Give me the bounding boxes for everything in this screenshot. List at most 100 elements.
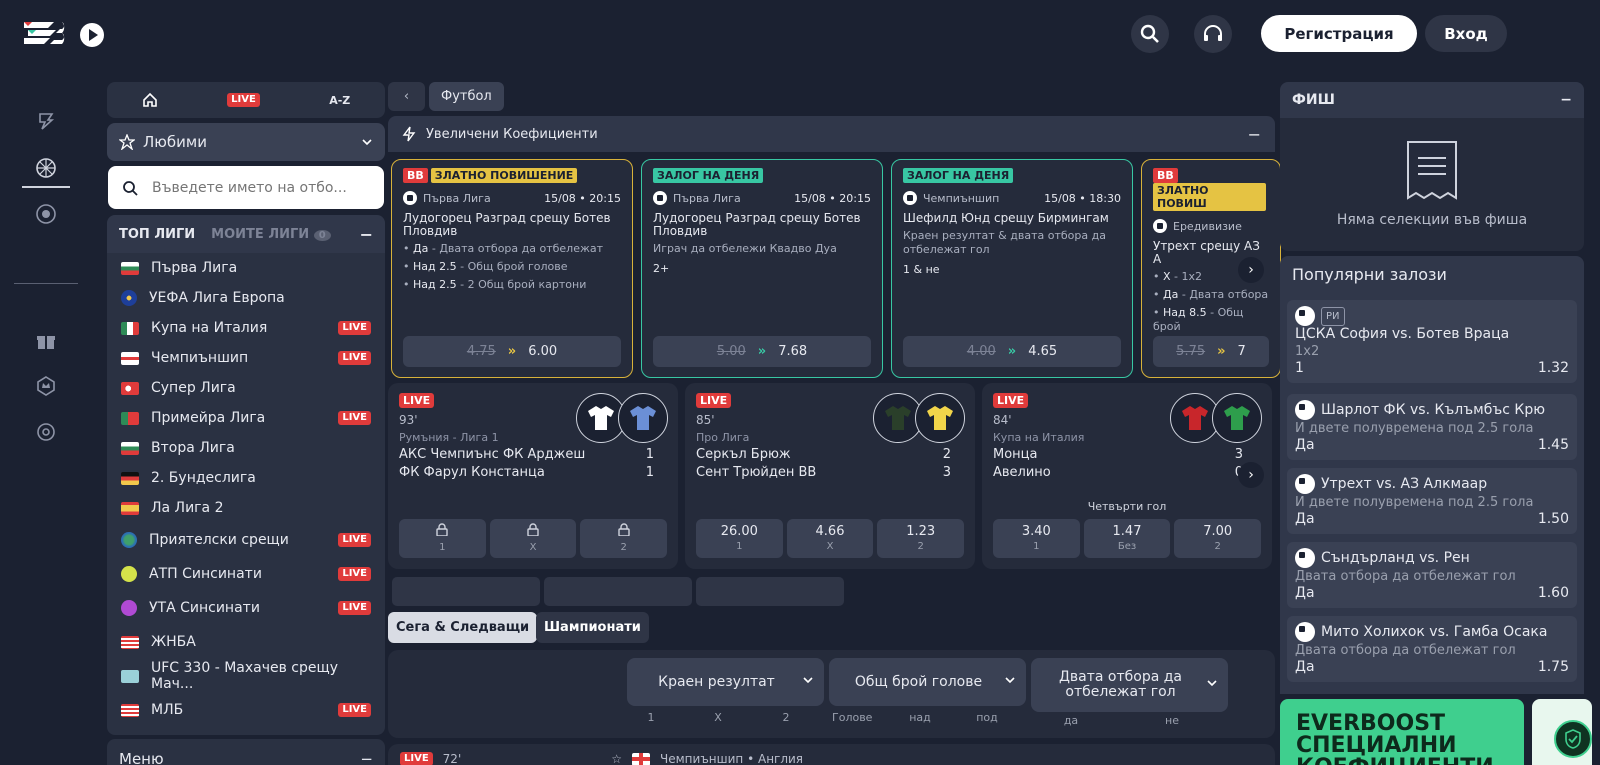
- selection-market: 1x2: [1181, 270, 1203, 283]
- tab-top-leagues[interactable]: ТОП ЛИГИ: [119, 227, 195, 242]
- live-match-card[interactable]: LIVE84'Купа на ИталияМонца3Авелино0Четвъ…: [982, 383, 1272, 569]
- selection-pick: Над 2.5: [413, 278, 457, 291]
- gift-icon[interactable]: [32, 327, 60, 355]
- collapse-icon[interactable]: −: [360, 225, 373, 244]
- live-badge: LIVE: [399, 393, 435, 408]
- sidebar-league-item[interactable]: Купа на Италия LIVE: [107, 313, 385, 343]
- tab-my-leagues[interactable]: МОИТЕ ЛИГИ 0: [211, 227, 331, 242]
- login-button[interactable]: Вход: [1425, 15, 1507, 52]
- star-icon[interactable]: ☆: [611, 752, 622, 765]
- live-match-card[interactable]: LIVE 93' Румъния - Лига 1 АКС Чемпиънс ФК А…: [388, 383, 678, 569]
- league-name: Чемпиъншип: [151, 350, 249, 366]
- market-dropdown-btts[interactable]: Двата отбора да отбележат гол: [1031, 658, 1228, 712]
- live-match-card[interactable]: LIVE 85' Про Лига Серкъл Брюж 2 Сент Трюйден …: [685, 383, 975, 569]
- odds-button[interactable]: 1.23 2: [877, 519, 965, 558]
- tab-live[interactable]: LIVE: [227, 93, 260, 107]
- odds-label: 2: [620, 541, 627, 553]
- tab-now-next[interactable]: Сега & Следващи: [388, 612, 538, 643]
- home-score: 2: [942, 447, 951, 462]
- boost-lightning-icon[interactable]: [32, 107, 60, 135]
- sidebar-league-item[interactable]: Първа Лига: [107, 253, 385, 283]
- sidebar-league-item[interactable]: АТП Синсинати LIVE: [107, 557, 385, 591]
- carousel-next-icon[interactable]: ›: [1238, 462, 1264, 488]
- sidebar-league-item[interactable]: Супер Лига: [107, 373, 385, 403]
- chevron-down-icon: [361, 136, 373, 148]
- odds-button[interactable]: 7.00 2: [1174, 519, 1262, 558]
- popular-bet-item[interactable]: Шарлот ФК vs. Кълъмбъс Крю И двете полувр…: [1287, 394, 1577, 460]
- sidebar-league-item[interactable]: Ла Лига 2: [107, 493, 385, 523]
- boost-meta: Първа Лига 15/08 • 20:15: [403, 191, 621, 205]
- league-name: Супер Лига: [151, 380, 236, 396]
- boosted-odds-button[interactable]: 5.75 » 7: [1153, 336, 1269, 367]
- popular-bet-item[interactable]: Съндърланд vs. Рен Двата отбора да отбеле…: [1287, 542, 1577, 608]
- betslip-body: [1280, 118, 1584, 251]
- market-dropdown-result[interactable]: Краен резултат: [627, 658, 824, 706]
- double-chevron-icon: »: [1217, 344, 1226, 359]
- back-button[interactable]: ‹: [388, 82, 425, 111]
- team-search-input[interactable]: [152, 179, 362, 196]
- scrollbar[interactable]: [1592, 0, 1600, 765]
- market-dropdown-goals[interactable]: Общ брой голове: [829, 658, 1026, 706]
- odds-button[interactable]: 4.66 X: [786, 519, 874, 558]
- sidebar-league-item[interactable]: УТА Синсинати LIVE: [107, 591, 385, 625]
- odds-button[interactable]: 1: [399, 519, 486, 558]
- odds-button[interactable]: X: [489, 519, 577, 558]
- boost-card[interactable]: ЗАЛОГ НА ДЕНЯ Първа Лига 15/08 • 20:15 Лудо…: [641, 159, 883, 378]
- sports-ball-icon[interactable]: [32, 154, 60, 182]
- boosted-odds-button[interactable]: 4.00 » 4.65: [903, 336, 1121, 367]
- sidebar-league-item[interactable]: UFC 330 - Махачев срещу Мач...: [107, 659, 385, 693]
- league-flag-icon: [121, 290, 137, 306]
- sidebar-league-item[interactable]: МЛБ LIVE: [107, 693, 385, 727]
- support-button[interactable]: [1194, 15, 1232, 53]
- odds-button[interactable]: 3.40 1: [993, 519, 1080, 558]
- live-badge: LIVE: [696, 393, 732, 408]
- register-button[interactable]: Регистрация: [1261, 15, 1417, 52]
- odds-button[interactable]: 26.00 1: [696, 519, 783, 558]
- live-casino-icon[interactable]: [32, 200, 60, 228]
- away-team: Сент Трюйден ВВ: [696, 465, 817, 480]
- favorites-dropdown[interactable]: Любими: [107, 123, 385, 161]
- sidebar-league-item[interactable]: УЕФА Лига Европа: [107, 283, 385, 313]
- vip-crown-icon[interactable]: [32, 372, 60, 400]
- sidebar-league-item[interactable]: Втора Лига: [107, 433, 385, 463]
- everboost-banner[interactable]: EVERBOOST СПЕЦИАЛНИ КОЕФИЦИЕНТИ: [1280, 699, 1524, 765]
- breadcrumb[interactable]: Футбол: [429, 82, 504, 111]
- next-match-row[interactable]: LIVE 72' ☆ Чемпиъншип • Англия: [388, 744, 1275, 765]
- popular-bet-item[interactable]: Утрехт vs. АЗ Алкмаар И двете полувремена…: [1287, 468, 1577, 534]
- sidebar-league-item[interactable]: 2. Бундеслига: [107, 463, 385, 493]
- popular-bet-item[interactable]: РИ ЦСКА София vs. Ботев Враца 1x2 1 1.32: [1287, 300, 1577, 383]
- market-name: Четвърти гол: [1087, 500, 1167, 513]
- boosted-odds-button[interactable]: 5.00 » 7.68: [653, 336, 871, 367]
- sidebar-league-item[interactable]: Примейра Лига LIVE: [107, 403, 385, 433]
- search-button[interactable]: [1131, 15, 1169, 53]
- carousel-next-icon[interactable]: ›: [1238, 257, 1264, 283]
- boosted-odds-title: Увеличени Коефициенти: [426, 126, 598, 142]
- leagues-panel: ТОП ЛИГИ МОИТЕ ЛИГИ 0 − Първа Лига УЕФА Л…: [107, 215, 385, 735]
- boost-card[interactable]: ЗАЛОГ НА ДЕНЯ Чемпиъншип 15/08 • 18:30 Шефи…: [891, 159, 1133, 378]
- help-icon[interactable]: [32, 418, 60, 446]
- odds-button[interactable]: 1.47 Без: [1083, 519, 1171, 558]
- betslip-header[interactable]: ФИШ −: [1280, 82, 1584, 118]
- brand-logo-icon[interactable]: [22, 18, 72, 48]
- verified-shield-icon[interactable]: [1554, 720, 1592, 758]
- home-icon[interactable]: [142, 92, 158, 108]
- team-search-box: [108, 166, 384, 209]
- popular-bet-item[interactable]: Мито Холихок vs. Гамба Осака Двата отбора…: [1287, 616, 1577, 682]
- menu-panel[interactable]: Меню −: [107, 739, 385, 765]
- league-flag-icon: [121, 441, 139, 455]
- sidebar-league-item[interactable]: ЖНБА: [107, 625, 385, 659]
- active-indicator: [22, 186, 70, 188]
- boost-card[interactable]: BB ЗЛАТНО ПОВИШЕНИЕ Първа Лига 15/08 • 20:1…: [391, 159, 633, 378]
- empty-slip-icon: [1404, 140, 1460, 200]
- tab-championships[interactable]: Шампионати: [536, 612, 649, 643]
- sidebar-league-item[interactable]: Приятелски срещи LIVE: [107, 523, 385, 557]
- boosted-odds-button[interactable]: 4.75 » 6.00: [403, 336, 621, 367]
- tab-az[interactable]: A-Z: [329, 94, 350, 107]
- league-flag-icon: [121, 532, 137, 548]
- odds-button[interactable]: 2: [580, 519, 668, 558]
- play-icon[interactable]: [80, 23, 104, 47]
- england-flag-icon: [632, 752, 651, 765]
- sidebar-league-item[interactable]: Чемпиъншип LIVE: [107, 343, 385, 373]
- home-score: 1: [645, 447, 654, 462]
- boosted-odds-header[interactable]: Увеличени Коефициенти −: [388, 116, 1275, 152]
